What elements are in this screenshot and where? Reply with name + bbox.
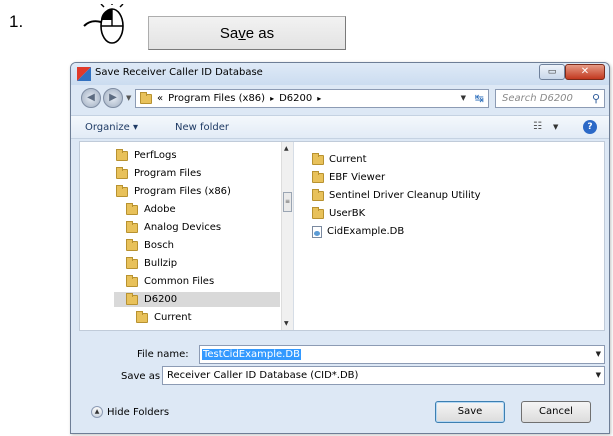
help-icon[interactable]: ?	[583, 120, 597, 134]
folder-icon	[312, 188, 324, 201]
tree-scrollbar[interactable]: ▲ ≡ ▼	[281, 142, 293, 330]
tree-item-bullzip[interactable]: Bullzip	[126, 256, 177, 271]
file-item-userbk[interactable]: UserBK	[312, 206, 365, 221]
hide-folders-button[interactable]: ▲ Hide Folders	[91, 406, 169, 418]
file-list: Current EBF Viewer Sentinel Driver Clean…	[294, 142, 604, 330]
folder-icon	[126, 256, 138, 269]
search-placeholder: Search D6200	[502, 93, 573, 104]
scroll-down-icon[interactable]: ▼	[284, 320, 289, 327]
save-as-label-end: e as	[245, 24, 275, 42]
dialog-title: Save Receiver Caller ID Database	[95, 67, 263, 78]
folder-icon	[126, 202, 138, 215]
folder-icon	[312, 152, 324, 165]
file-name-input[interactable]: TestCidExample.DB ▼	[199, 345, 605, 364]
tree-item-label: Current	[154, 312, 192, 323]
breadcrumb-program-files-x86[interactable]: Program Files (x86)	[168, 90, 265, 107]
new-folder-button[interactable]: New folder	[175, 122, 229, 133]
save-as-label-start: Sa	[219, 24, 239, 42]
tree-item-label: Bosch	[144, 240, 175, 251]
file-item-label: Current	[329, 154, 367, 165]
file-item-label: EBF Viewer	[329, 172, 386, 183]
hide-folders-label: Hide Folders	[107, 406, 170, 418]
file-name-value: TestCidExample.DB	[202, 349, 301, 360]
tree-item-bosch[interactable]: Bosch	[126, 238, 174, 253]
tree-item-d6200[interactable]: D6200	[114, 292, 280, 307]
file-item-label: CidExample.DB	[327, 226, 405, 237]
search-input[interactable]: Search D6200 ⚲	[495, 89, 605, 108]
file-item-ebf-viewer[interactable]: EBF Viewer	[312, 170, 385, 185]
tree-item-label: D6200	[144, 294, 178, 305]
app-icon	[77, 67, 91, 81]
address-bar[interactable]: « Program Files (x86) ▸ D6200 ▸ ▼ ↹	[135, 89, 489, 108]
file-item-sentinel[interactable]: Sentinel Driver Cleanup Utility	[312, 188, 481, 203]
organize-menu[interactable]: Organize ▾	[85, 122, 138, 133]
refresh-icon[interactable]: ↹	[475, 90, 484, 107]
tree-item-common-files[interactable]: Common Files	[126, 274, 214, 289]
tree-item-label: PerfLogs	[134, 150, 177, 161]
folder-icon	[126, 292, 138, 305]
folder-icon	[312, 206, 324, 219]
folder-icon	[126, 220, 138, 233]
scroll-up-icon[interactable]: ▲	[284, 145, 289, 152]
tree-item-label: Bullzip	[144, 258, 178, 269]
file-item-label: Sentinel Driver Cleanup Utility	[329, 190, 481, 201]
file-item-current[interactable]: Current	[312, 152, 367, 167]
tree-item-program-files[interactable]: Program Files	[116, 166, 201, 181]
save-button[interactable]: Save	[435, 401, 505, 423]
views-icon[interactable]: ☷	[533, 121, 542, 132]
folder-icon	[126, 238, 138, 251]
tree-item-program-files-x86[interactable]: Program Files (x86)	[116, 184, 231, 199]
mouse-click-icon	[83, 4, 124, 44]
folder-icon	[126, 274, 138, 287]
breadcrumb-separator[interactable]: ▸	[270, 90, 274, 107]
browser-pane: PerfLogs Program Files Program Files (x8…	[79, 141, 605, 331]
breadcrumb-d6200[interactable]: D6200	[279, 90, 312, 107]
folder-icon	[116, 184, 128, 197]
scroll-thumb[interactable]: ≡	[283, 192, 292, 212]
tree-item-label: Program Files	[134, 168, 202, 179]
folder-tree: PerfLogs Program Files Program Files (x8…	[80, 142, 293, 330]
close-icon[interactable]: ✕	[565, 64, 605, 80]
dialog-titlebar: Save Receiver Caller ID Database ▭ ✕	[71, 63, 609, 85]
tree-item-adobe[interactable]: Adobe	[126, 202, 176, 217]
tree-item-analog-devices[interactable]: Analog Devices	[126, 220, 221, 235]
step-number: 1.	[9, 12, 24, 31]
database-file-icon	[312, 225, 322, 238]
folder-icon	[116, 166, 128, 179]
folder-icon	[116, 148, 128, 161]
address-overflow[interactable]: «	[157, 90, 163, 107]
navigation-bar: ◀ ▶ ▼ « Program Files (x86) ▸ D6200 ▸ ▼ …	[71, 85, 609, 113]
cancel-button[interactable]: Cancel	[521, 401, 591, 423]
views-dropdown-icon[interactable]: ▼	[553, 123, 558, 131]
tree-item-label: Common Files	[144, 276, 215, 287]
command-toolbar: Organize ▾ New folder ☷ ▼ ?	[71, 115, 609, 139]
collapse-icon: ▲	[91, 406, 103, 418]
breadcrumb-separator[interactable]: ▸	[317, 90, 321, 107]
save-as-type-select[interactable]: Receiver Caller ID Database (CID*.DB) ▼	[162, 366, 605, 385]
back-arrow-icon[interactable]: ◀	[81, 88, 101, 108]
tree-item-current[interactable]: Current	[136, 310, 192, 325]
save-as-button[interactable]: Sa v e as	[148, 16, 346, 50]
save-as-type-value: Receiver Caller ID Database (CID*.DB)	[167, 370, 359, 381]
tree-item-label: Analog Devices	[144, 222, 222, 233]
folder-icon	[136, 310, 148, 323]
tree-item-label: Program Files (x86)	[134, 186, 231, 197]
file-item-label: UserBK	[329, 208, 366, 219]
restore-icon[interactable]: ▭	[539, 64, 565, 80]
folder-icon	[312, 170, 324, 183]
chevron-down-icon[interactable]: ▼	[596, 346, 601, 363]
folder-icon	[140, 91, 152, 104]
save-as-label-accelerator: v	[238, 24, 246, 42]
search-icon[interactable]: ⚲	[592, 90, 600, 107]
tree-item-perflogs[interactable]: PerfLogs	[116, 148, 177, 163]
file-name-label: File name:	[137, 349, 189, 360]
forward-arrow-icon[interactable]: ▶	[103, 88, 123, 108]
file-item-cidexample[interactable]: CidExample.DB	[312, 224, 404, 239]
tree-item-label: Adobe	[144, 204, 176, 215]
recent-locations-dropdown-icon[interactable]: ▼	[126, 94, 131, 102]
address-dropdown-icon[interactable]: ▼	[461, 90, 466, 107]
chevron-down-icon[interactable]: ▼	[596, 367, 601, 384]
save-dialog: Save Receiver Caller ID Database ▭ ✕ ◀ ▶…	[70, 62, 610, 434]
